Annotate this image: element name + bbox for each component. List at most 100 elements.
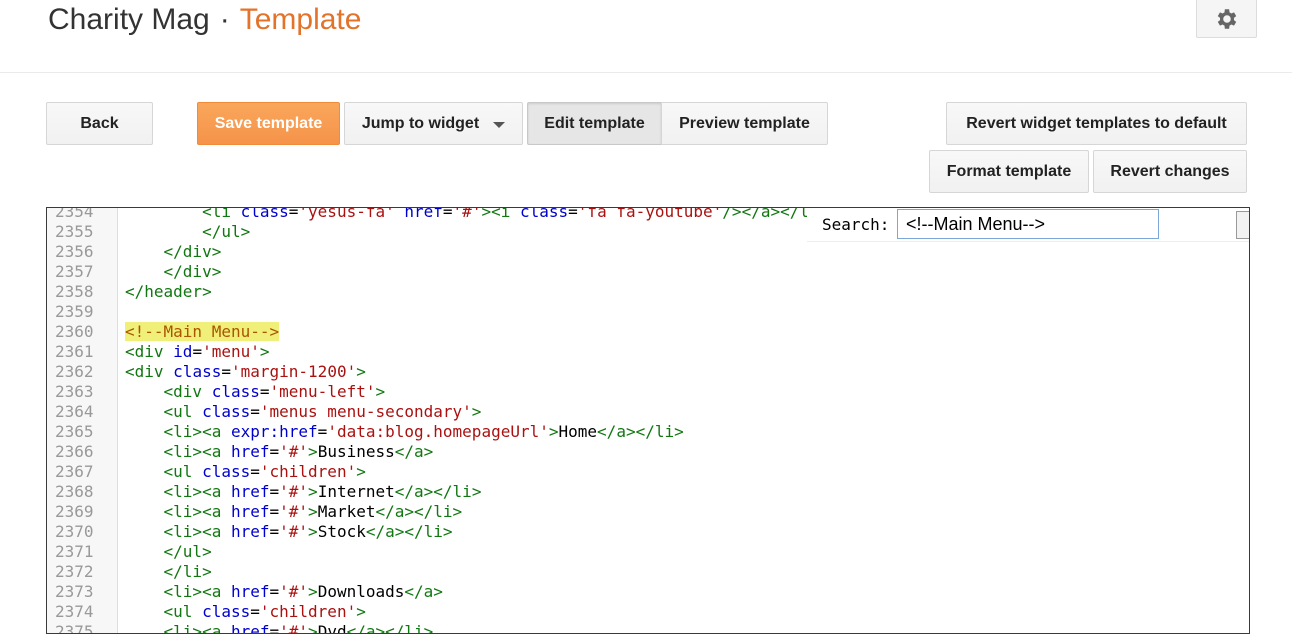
- code-token: <li><a: [163, 622, 231, 634]
- code-token: >: [308, 522, 318, 541]
- code-lines[interactable]: 2354 <li class='yesus-fa' href='#'><i cl…: [47, 207, 1233, 634]
- code-token: </a>: [394, 442, 434, 461]
- code-token: 'margin-1200': [230, 362, 357, 381]
- code-line[interactable]: 2372 </li>: [47, 562, 1233, 582]
- code-token: </a>: [404, 582, 443, 601]
- code-token: =: [269, 582, 280, 601]
- code-token: href: [230, 622, 270, 634]
- code-token: </div>: [163, 262, 222, 281]
- code-token: <li: [202, 207, 241, 221]
- code-token: Dvd: [317, 622, 347, 634]
- code-token: href: [230, 442, 270, 461]
- code-token: </a></li>: [597, 422, 684, 441]
- close-search-button[interactable]: X: [1236, 211, 1249, 239]
- code-token: <li><a: [163, 482, 231, 501]
- code-token: =: [221, 362, 231, 381]
- line-code: <li><a href='#'>Business</a>: [125, 442, 434, 462]
- code-line[interactable]: 2362 <div class='margin-1200'>: [47, 362, 1233, 382]
- line-code: <div class='menu-left'>: [125, 382, 386, 402]
- code-line[interactable]: 2375 <li><a href='#'>Dvd</a></li>: [47, 622, 1233, 634]
- code-line[interactable]: 2364 <ul class='menus menu-secondary'>: [47, 402, 1233, 422]
- jump-to-widget-dropdown[interactable]: Jump to widget: [344, 102, 523, 145]
- code-line[interactable]: 2360 <!--Main Menu-->: [47, 322, 1233, 342]
- code-token: </a></li>: [375, 502, 463, 521]
- code-token: =: [250, 462, 260, 481]
- code-line[interactable]: 2369 <li><a href='#'>Market</a></li>: [47, 502, 1233, 522]
- line-code: </ul>: [125, 542, 212, 562]
- code-token: </a></li>: [394, 482, 482, 501]
- line-number: 2372: [55, 562, 94, 581]
- line-number: 2366: [55, 442, 94, 461]
- line-code: <li><a href='#'>Dvd</a></li>: [125, 622, 434, 634]
- back-button[interactable]: Back: [46, 102, 153, 145]
- code-token: >: [308, 502, 318, 521]
- page-title: Charity Mag · Template: [48, 3, 361, 37]
- line-number: 2361: [55, 342, 94, 361]
- code-token: >: [308, 442, 318, 461]
- code-token: '#': [279, 582, 309, 601]
- code-token: ><i: [481, 207, 520, 221]
- code-line[interactable]: 2363 <div class='menu-left'>: [47, 382, 1233, 402]
- code-line[interactable]: 2370 <li><a href='#'>Stock</a></li>: [47, 522, 1233, 542]
- revert-changes-button[interactable]: Revert changes: [1093, 150, 1247, 193]
- code-token: href: [230, 502, 270, 521]
- code-line[interactable]: 2374 <ul class='children'>: [47, 602, 1233, 622]
- code-token: <li><a: [163, 422, 231, 441]
- line-code: <ul class='children'>: [125, 462, 366, 482]
- code-token: 'menus menu-secondary': [259, 402, 472, 421]
- line-code: <li><a expr:href='data:blog.homepageUrl'…: [125, 422, 684, 442]
- code-line[interactable]: 2366 <li><a href='#'>Business</a>: [47, 442, 1233, 462]
- save-template-button[interactable]: Save template: [197, 102, 340, 145]
- line-code: <!--Main Menu-->: [125, 322, 280, 342]
- code-line[interactable]: 2356 </div>: [47, 242, 1233, 262]
- code-token: </ul>: [202, 222, 251, 241]
- jump-to-widget-label: Jump to widget: [361, 114, 480, 132]
- code-token: =: [442, 207, 453, 221]
- code-line[interactable]: 2365 <li><a expr:href='data:blog.homepag…: [47, 422, 1233, 442]
- code-line[interactable]: 2367 <ul class='children'>: [47, 462, 1233, 482]
- settings-button[interactable]: [1196, 0, 1257, 38]
- line-code: <li><a href='#'>Internet</a></li>: [125, 482, 482, 502]
- edit-template-button[interactable]: Edit template: [527, 102, 662, 145]
- code-line[interactable]: 2359: [47, 302, 1233, 322]
- code-token: '#': [279, 522, 309, 541]
- code-token: 'menu-left': [269, 382, 376, 401]
- format-template-button[interactable]: Format template: [929, 150, 1089, 193]
- code-token: </div>: [163, 242, 222, 261]
- code-line[interactable]: 2357 </div>: [47, 262, 1233, 282]
- code-token: =: [568, 207, 578, 221]
- code-token: >: [308, 482, 318, 501]
- line-number: 2373: [55, 582, 94, 601]
- preview-template-button[interactable]: Preview template: [661, 102, 828, 145]
- code-token: '#': [279, 442, 309, 461]
- code-line[interactable]: 2371 </ul>: [47, 542, 1233, 562]
- line-number: 2367: [55, 462, 94, 481]
- code-token: <ul: [163, 602, 203, 621]
- code-token: =: [250, 602, 260, 621]
- blog-name: Charity Mag: [48, 3, 210, 36]
- line-number: 2364: [55, 402, 94, 421]
- revert-widget-templates-button[interactable]: Revert widget templates to default: [946, 102, 1247, 145]
- code-token: <div: [163, 382, 212, 401]
- search-input[interactable]: [897, 209, 1159, 239]
- code-line[interactable]: 2368 <li><a href='#'>Internet</a></li>: [47, 482, 1233, 502]
- line-code: <div id='menu'>: [125, 342, 270, 362]
- code-token: </a></li>: [346, 622, 434, 634]
- code-line[interactable]: 2361 <div id='menu'>: [47, 342, 1233, 362]
- code-token: >: [471, 402, 482, 421]
- line-number: 2365: [55, 422, 94, 441]
- code-editor[interactable]: 2354 <li class='yesus-fa' href='#'><i cl…: [46, 207, 1250, 634]
- code-line[interactable]: 2358 </header>: [47, 282, 1233, 302]
- code-line[interactable]: 2373 <li><a href='#'>Downloads</a>: [47, 582, 1233, 602]
- section-name: Template: [239, 3, 362, 36]
- line-code: <li><a href='#'>Downloads</a>: [125, 582, 443, 602]
- code-token: 'data:blog.homepageUrl': [327, 422, 549, 441]
